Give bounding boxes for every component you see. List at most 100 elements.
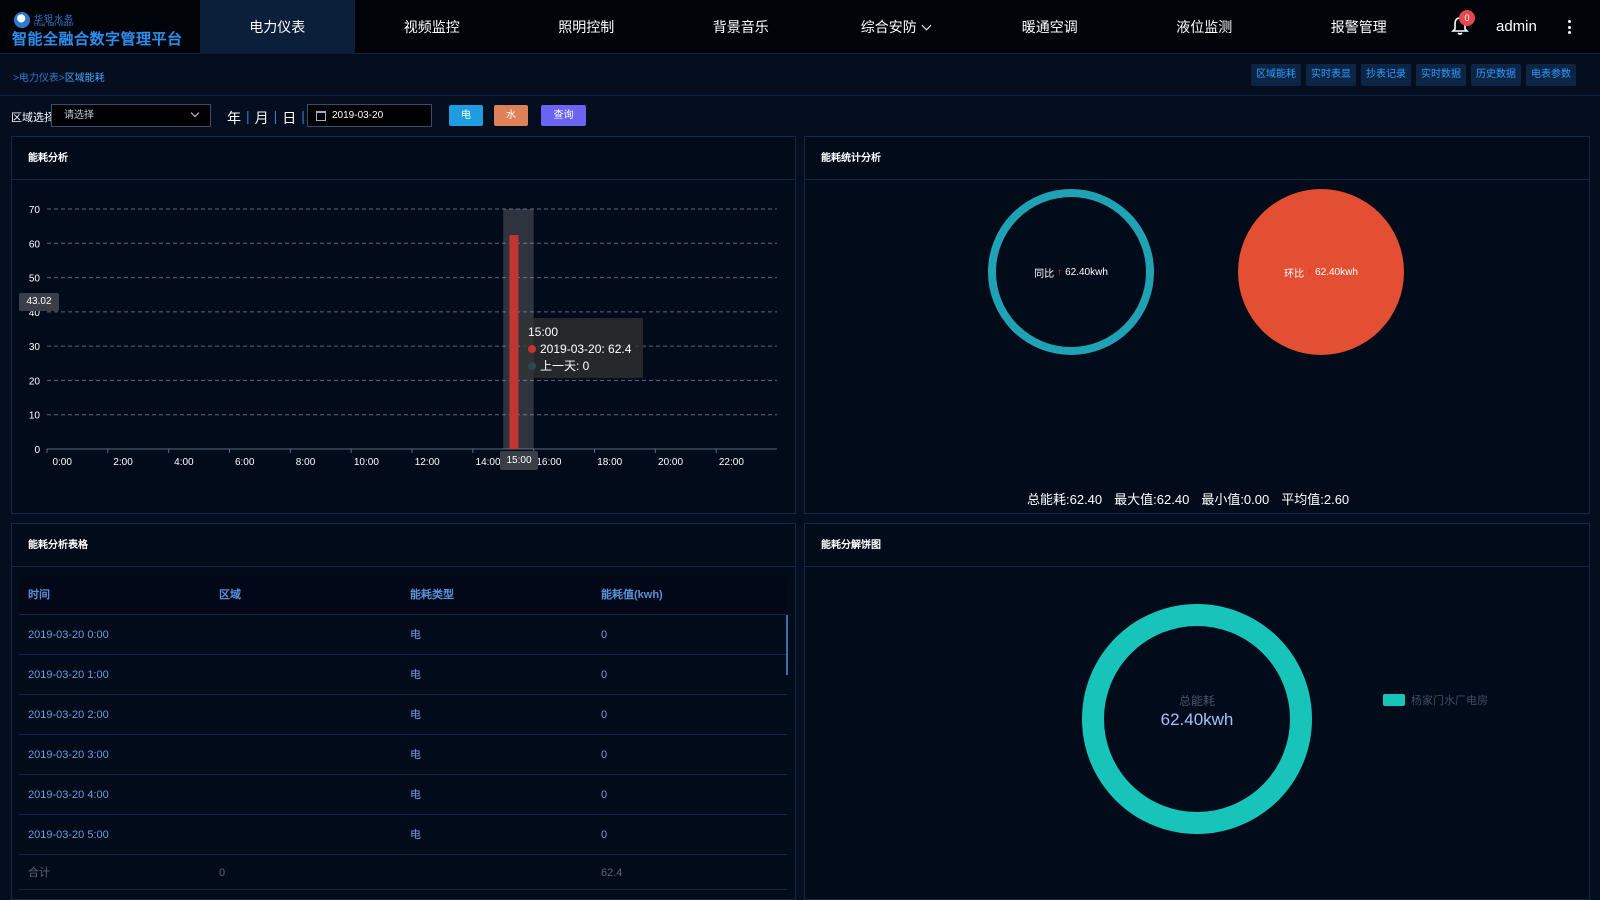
cell-area (210, 695, 401, 734)
cell-area (210, 735, 401, 774)
cell-value: 0 (601, 789, 608, 801)
y-axis-pointer-label: 43.02 (19, 293, 59, 311)
mom-value: 62.40kwh (1315, 266, 1358, 278)
stat-max: 最大值:62.40 (1114, 492, 1190, 507)
tooltip-series-previous: 上一天: 0 (528, 358, 637, 375)
stat-min: 最小值:0.00 (1201, 492, 1270, 507)
col-header-type[interactable]: 能耗类型 (401, 577, 592, 614)
nav-label: 报警管理 (1330, 19, 1387, 35)
donut-center-value: 62.40kwh (1160, 710, 1234, 729)
cell-time: 2019-03-20 1:00 (28, 669, 109, 681)
quick-link-meter-params[interactable]: 电表参数 (1526, 64, 1576, 86)
cell-value: 0 (601, 749, 608, 761)
panel-title: 能耗统计分析 (805, 137, 1589, 180)
col-header-time[interactable]: 时间 (19, 577, 210, 614)
nav-label: 液位监测 (1176, 19, 1233, 35)
col-header-area[interactable]: 区域 (210, 577, 401, 614)
cell-type: 电 (410, 829, 421, 841)
panel-title: 能耗分析表格 (12, 524, 795, 567)
x-tick-label: 14:00 (476, 457, 501, 468)
cell-type: 电 (410, 669, 421, 681)
x-tick-label: 12:00 (415, 457, 440, 468)
footer-total-value: 62.4 (601, 867, 623, 879)
cell-value: 0 (601, 709, 608, 721)
x-tick-label: 16:00 (536, 457, 561, 468)
x-tick-label: 2:00 (113, 457, 133, 468)
energy-stats-panel: 能耗统计分析 (804, 136, 1590, 514)
donut-legend[interactable]: 杨家门水厂电房 (1383, 692, 1488, 708)
nav-item-level[interactable]: 液位监测 (1127, 0, 1282, 54)
yoy-circle: 同比 ↑ 62.40kwh (988, 189, 1154, 355)
cell-time: 2019-03-20 5:00 (28, 829, 109, 841)
energy-table: 时间 区域 能耗类型 能耗值(kwh) 2019-03-20 0:00 电 0 … (19, 577, 787, 890)
quick-link-realtime-data[interactable]: 实时数据 (1416, 64, 1466, 86)
chart-tooltip: 15:00 2019-03-20: 62.4 上一天: 0 (522, 318, 643, 378)
cell-time: 2019-03-20 4:00 (28, 789, 109, 801)
stat-total: 总能耗:62.40 (1027, 492, 1103, 507)
energy-bar-chart[interactable]: 0102030405060700:00 2:00 4:00 6:00 8:00 10:00… (0, 0, 800, 480)
notification-badge: 0 (1459, 10, 1475, 26)
table-row[interactable]: 2019-03-20 2:00 电 0 (19, 694, 787, 734)
tooltip-line: 2019-03-20: 62.4 (540, 342, 632, 356)
series-dot-icon (528, 362, 536, 370)
cell-area (210, 655, 401, 694)
nav-item-hvac[interactable]: 暖通空调 (973, 0, 1128, 54)
y-tick-label: 70 (29, 205, 41, 216)
cell-value: 0 (601, 629, 608, 641)
cell-area (210, 775, 401, 814)
table-row[interactable]: 2019-03-20 3:00 电 0 (19, 734, 787, 774)
arrow-up-icon: ↑ (1307, 266, 1313, 278)
nav-label: 综合安防 (860, 19, 917, 35)
x-axis-pointer-label: 15:00 (500, 451, 538, 470)
quick-link-meter-reading[interactable]: 抄表记录 (1361, 64, 1411, 86)
x-tick-label: 18:00 (597, 457, 622, 468)
y-tick-label: 20 (29, 376, 41, 387)
bar-current (509, 235, 519, 449)
arrow-up-icon: ↑ (1057, 266, 1063, 278)
footer-area: 0 (219, 867, 226, 879)
x-tick-label: 22:00 (719, 457, 744, 468)
yoy-label: 同比 (1034, 268, 1055, 280)
y-tick-label: 0 (34, 445, 40, 456)
x-tick-label: 4:00 (174, 457, 194, 468)
tooltip-title: 15:00 (528, 325, 559, 339)
x-tick-label: 10:00 (354, 457, 379, 468)
tooltip-line: 上一天: 0 (540, 359, 590, 373)
x-tick-label: 6:00 (235, 457, 255, 468)
legend-swatch (1383, 694, 1405, 706)
col-header-value[interactable]: 能耗值(kwh) (592, 577, 787, 614)
quick-link-history[interactable]: 历史数据 (1471, 64, 1521, 86)
table-row[interactable]: 2019-03-20 4:00 电 0 (19, 774, 787, 814)
quick-link-area-energy[interactable]: 区域能耗 (1251, 64, 1301, 86)
quick-link-realtime-display[interactable]: 实时表显 (1306, 64, 1356, 86)
legend-label: 杨家门水厂电房 (1411, 695, 1488, 707)
user-name[interactable]: admin (1496, 18, 1537, 35)
nav-item-security[interactable]: 综合安防 (818, 0, 973, 54)
table-footer: 合计 0 62.4 (19, 854, 787, 890)
y-tick-label: 30 (29, 342, 41, 353)
donut-center-label: 总能耗 (1178, 694, 1215, 708)
table-scrollbar[interactable] (786, 615, 788, 675)
quick-links: 区域能耗 实时表显 抄表记录 实时数据 历史数据 电表参数 (1251, 64, 1576, 86)
mom-label: 环比 (1284, 268, 1305, 280)
table-row[interactable]: 2019-03-20 0:00 电 0 (19, 614, 787, 654)
stats-summary: 总能耗:62.40 最大值:62.40 最小值:0.00 平均值:2.60 (1027, 489, 1349, 508)
table-row[interactable]: 2019-03-20 5:00 电 0 (19, 814, 787, 854)
mom-circle: 环比 ↑ 62.40kwh (1238, 189, 1404, 355)
nav-item-alarm[interactable]: 报警管理 (1282, 0, 1437, 54)
footer-total-label: 合计 (28, 867, 50, 879)
cell-type: 电 (410, 749, 421, 761)
cell-area (210, 615, 401, 654)
cell-type: 电 (410, 709, 421, 721)
chevron-down-icon (921, 20, 932, 31)
table-row[interactable]: 2019-03-20 1:00 电 0 (19, 654, 787, 694)
cell-time: 2019-03-20 2:00 (28, 709, 109, 721)
cell-time: 2019-03-20 0:00 (28, 629, 109, 641)
panel-title: 能耗分解饼图 (805, 524, 1589, 567)
nav-label: 暖通空调 (1021, 19, 1078, 35)
more-menu-icon[interactable] (1568, 20, 1572, 34)
stat-avg: 平均值:2.60 (1281, 492, 1350, 507)
series-dot-icon (528, 345, 536, 353)
x-tick-label: 20:00 (658, 457, 683, 468)
cell-type: 电 (410, 629, 421, 641)
